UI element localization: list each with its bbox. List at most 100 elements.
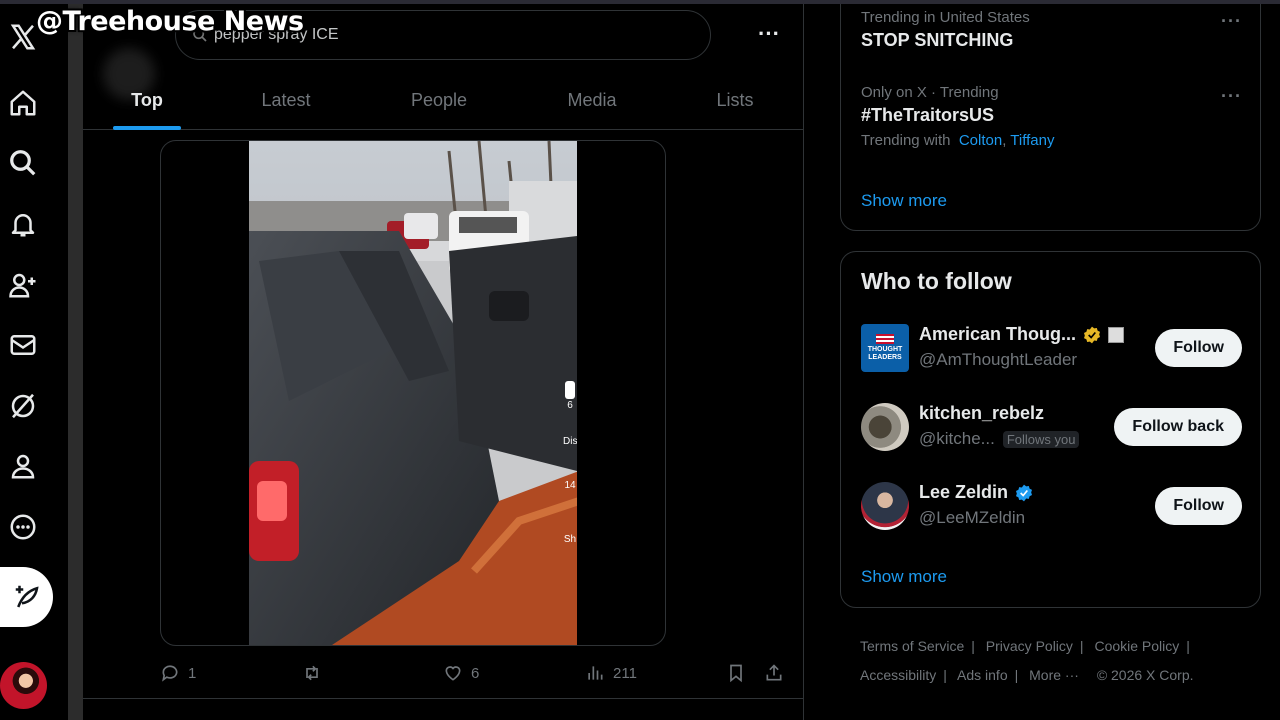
suggestion-handle: @kitche... Follows you bbox=[919, 429, 1080, 449]
trend-with-separator: , bbox=[1002, 132, 1007, 149]
video-overlay-label: 14 bbox=[564, 480, 576, 491]
views-chart-icon bbox=[588, 666, 603, 680]
gold-verified-icon bbox=[1084, 326, 1101, 343]
video-side-overlay: 6 Dis 14 Sh bbox=[563, 381, 577, 547]
repost-button[interactable] bbox=[302, 658, 330, 688]
bookmark-button[interactable] bbox=[726, 658, 746, 688]
left-nav bbox=[0, 0, 68, 720]
tab-top[interactable]: Top bbox=[83, 70, 211, 130]
footer-links: Terms of Service | Privacy Policy | Cookie… bbox=[860, 638, 1194, 683]
footer-link[interactable]: Ads info bbox=[957, 667, 1008, 683]
search-tabs: Top Latest People Media Lists bbox=[83, 70, 803, 130]
reply-icon bbox=[162, 665, 178, 682]
suggestion-handle-text: @kitche... bbox=[919, 429, 995, 448]
trend-link-tiffany[interactable]: Tiffany bbox=[1010, 132, 1054, 149]
trend-name: STOP SNITCHING bbox=[861, 30, 1014, 50]
profile-icon[interactable] bbox=[6, 449, 40, 483]
grok-icon[interactable] bbox=[6, 389, 40, 423]
avatar bbox=[861, 403, 909, 451]
account-avatar[interactable] bbox=[0, 662, 47, 709]
share-button[interactable] bbox=[764, 658, 784, 688]
avatar-text: THOUGHT LEADERS bbox=[867, 346, 903, 361]
flag-icon bbox=[876, 334, 894, 344]
trends-show-more[interactable]: Show more bbox=[861, 191, 947, 211]
trend-item[interactable]: Trending in United States STOP SNITCHING bbox=[861, 9, 1030, 51]
video-overlay-label: 6 bbox=[567, 400, 573, 411]
video-player[interactable]: 6 Dis 14 Sh bbox=[249, 141, 577, 645]
avatar bbox=[861, 482, 909, 530]
footer-link[interactable]: Privacy Policy bbox=[986, 638, 1073, 654]
tab-latest[interactable]: Latest bbox=[211, 70, 361, 130]
post-actions: 1 6 211 bbox=[160, 658, 790, 688]
repost-icon bbox=[306, 665, 318, 681]
trend-more-icon[interactable]: ··· bbox=[1221, 86, 1242, 107]
top-strip bbox=[0, 0, 1280, 4]
who-to-follow-show-more[interactable]: Show more bbox=[861, 567, 947, 587]
footer-link[interactable]: Cookie Policy bbox=[1094, 638, 1179, 654]
follow-suggestion[interactable]: THOUGHT LEADERS American Thoug... @AmTho… bbox=[861, 324, 1242, 376]
follow-button[interactable]: Follow bbox=[1155, 487, 1242, 525]
who-to-follow-title: Who to follow bbox=[861, 268, 1012, 294]
tab-people[interactable]: People bbox=[361, 70, 517, 130]
reply-button[interactable]: 1 bbox=[160, 658, 196, 688]
search-icon[interactable] bbox=[6, 146, 40, 180]
more-options-icon[interactable]: ··· bbox=[755, 20, 783, 48]
share-icon bbox=[766, 664, 782, 681]
suggestion-handle-text: @AmThoughtLeader bbox=[919, 350, 1078, 369]
more-circle-icon[interactable] bbox=[6, 510, 40, 544]
trend-link-colton[interactable]: Colton bbox=[959, 132, 1002, 149]
views-button[interactable]: 211 bbox=[585, 658, 637, 688]
follows-you-badge: Follows you bbox=[1002, 430, 1080, 448]
suggestion-name: American Thoug... bbox=[919, 324, 1125, 345]
like-button[interactable]: 6 bbox=[443, 658, 479, 688]
like-count: 6 bbox=[471, 664, 480, 682]
tab-media[interactable]: Media bbox=[517, 70, 667, 130]
watermark: @Treehouse News bbox=[36, 6, 304, 37]
trend-item[interactable]: Only on X · Trending #TheTraitorsUS Tren… bbox=[861, 84, 1054, 149]
footer-link[interactable]: Terms of Service bbox=[860, 638, 964, 654]
suggestion-handle: @LeeMZeldin bbox=[919, 508, 1025, 528]
avatar: THOUGHT LEADERS bbox=[861, 324, 909, 372]
view-count: 211 bbox=[613, 664, 637, 682]
video-overlay-label: Sh bbox=[563, 534, 577, 545]
copyright: © 2026 X Corp. bbox=[1096, 667, 1194, 683]
right-sidebar: Trending in United States STOP SNITCHING… bbox=[804, 0, 1280, 720]
footer-link[interactable]: Accessibility bbox=[860, 667, 936, 683]
people-icon[interactable] bbox=[6, 268, 40, 302]
next-post[interactable] bbox=[83, 698, 803, 720]
follow-suggestion[interactable]: kitchen_rebelz @kitche... Follows you Fo… bbox=[861, 403, 1242, 455]
suggestion-handle-text: @LeeMZeldin bbox=[919, 508, 1026, 527]
trend-meta: Only on X · Trending bbox=[861, 84, 999, 101]
suggestion-name-text: Lee Zeldin bbox=[919, 482, 1009, 502]
bookmark-icon bbox=[730, 664, 742, 683]
suggestion-name: Lee Zeldin bbox=[919, 482, 1034, 503]
trend-meta: Trending in United States bbox=[861, 9, 1030, 26]
post-media[interactable]: 6 Dis 14 Sh bbox=[160, 140, 666, 646]
suggestion-handle: @AmThoughtLeader bbox=[919, 350, 1077, 370]
home-icon[interactable] bbox=[6, 86, 40, 120]
heart-icon bbox=[445, 666, 461, 681]
bell-icon[interactable] bbox=[6, 207, 40, 241]
post-button[interactable] bbox=[0, 567, 53, 627]
video-frame bbox=[249, 141, 577, 645]
post-feather-icon bbox=[15, 585, 39, 608]
tab-lists[interactable]: Lists bbox=[667, 70, 803, 130]
trend-with: Trending with Colton, Tiffany bbox=[861, 132, 1054, 149]
trends-card: Trending in United States STOP SNITCHING… bbox=[840, 0, 1261, 231]
suggestion-name-text: American Thoug... bbox=[919, 324, 1077, 344]
follow-button[interactable]: Follow bbox=[1155, 329, 1242, 367]
footer-more-link[interactable]: More ··· bbox=[1029, 667, 1079, 683]
reply-count: 1 bbox=[188, 664, 197, 682]
who-to-follow-card: Who to follow THOUGHT LEADERS American T… bbox=[840, 251, 1261, 608]
affiliate-badge-icon bbox=[1108, 326, 1125, 343]
suggestion-name-text: kitchen_rebelz bbox=[919, 403, 1045, 423]
blue-verified-icon bbox=[1016, 484, 1033, 501]
trend-name: #TheTraitorsUS bbox=[861, 105, 995, 125]
left-divider bbox=[68, 0, 83, 720]
follow-suggestion[interactable]: Lee Zeldin @LeeMZeldin Follow bbox=[861, 482, 1242, 534]
trend-more-icon[interactable]: ··· bbox=[1221, 11, 1242, 32]
x-logo-icon[interactable] bbox=[6, 20, 40, 54]
main-column: ··· Top Latest People Media Lists bbox=[83, 0, 804, 720]
mail-icon[interactable] bbox=[6, 328, 40, 362]
follow-back-button[interactable]: Follow back bbox=[1114, 408, 1242, 446]
